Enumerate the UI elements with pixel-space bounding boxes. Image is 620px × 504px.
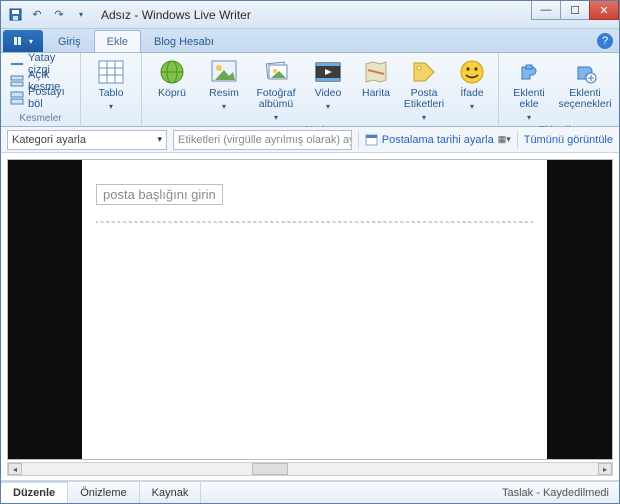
app-name: Windows Live Writer	[142, 8, 251, 22]
split-post-button[interactable]: Postayı böl	[7, 90, 74, 106]
property-bar: Kategori ayarla ▾ Etiketleri (virgülle a…	[1, 127, 619, 153]
split-post-icon	[10, 91, 24, 105]
scroll-track[interactable]	[22, 463, 598, 475]
undo-icon[interactable]: ↶	[27, 5, 47, 25]
post-tags-button[interactable]: Posta Etiketleri ▾	[400, 56, 448, 125]
redo-icon[interactable]: ↷	[49, 5, 69, 25]
save-status: Taslak - Kaydedilmedi	[502, 487, 619, 499]
chevron-down-icon: ▾	[470, 101, 474, 112]
app-window: ↶ ↷ ▾ Adsız - Windows Live Writer — ☐ ✕ …	[0, 0, 620, 504]
chevron-down-icon: ▾	[157, 134, 162, 145]
post-page[interactable]: posta başlığını girin	[82, 160, 547, 459]
picture-button[interactable]: Resim ▾	[200, 56, 248, 114]
editor-area: posta başlığını girin ◂ ▸	[1, 153, 619, 481]
map-icon	[362, 58, 390, 86]
photo-album-button[interactable]: Fotoğraf albümü ▾	[252, 56, 300, 125]
plugin-options-button[interactable]: Eklenti seçenekleri	[557, 56, 613, 112]
tags-input[interactable]: Etiketleri (virgülle ayrılmış olarak) ay…	[173, 130, 352, 150]
category-combo[interactable]: Kategori ayarla ▾	[7, 130, 167, 150]
ribbon-group-plugins: Eklenti ekle ▾ Eklenti seçenekleri Eklen…	[499, 53, 619, 126]
status-bar: Düzenle Önizleme Kaynak Taslak - Kaydedi…	[1, 481, 619, 503]
ribbon-group-breaks: Yatay çizgi Açık kesme Postayı böl Kesme…	[1, 53, 81, 126]
calendar-dropdown-icon[interactable]: ▦▾	[498, 134, 511, 145]
calendar-icon	[365, 133, 378, 146]
plugin-add-icon	[515, 58, 543, 86]
hyperlink-button[interactable]: Köprü	[148, 56, 196, 101]
map-button[interactable]: Harita	[356, 56, 396, 101]
horizontal-line-icon	[10, 57, 24, 71]
picture-icon	[210, 58, 238, 86]
close-button[interactable]: ✕	[589, 1, 619, 20]
add-plugin-button[interactable]: Eklenti ekle ▾	[505, 56, 553, 125]
tab-blog-account[interactable]: Blog Hesabı	[141, 30, 227, 52]
file-menu-icon	[13, 36, 27, 46]
help-icon[interactable]: ?	[597, 33, 613, 49]
chevron-down-icon: ▾	[422, 112, 426, 123]
titlebar: ↶ ↷ ▾ Adsız - Windows Live Writer — ☐ ✕	[1, 1, 619, 29]
tab-home[interactable]: Giriş	[45, 30, 94, 52]
view-all-link[interactable]: Tümünü görüntüle	[524, 134, 613, 146]
photo-album-icon	[262, 58, 290, 86]
tab-insert[interactable]: Ekle	[94, 30, 141, 52]
scroll-left-button[interactable]: ◂	[8, 463, 22, 475]
globe-icon	[158, 58, 186, 86]
ribbon: Yatay çizgi Açık kesme Postayı böl Kesme…	[1, 53, 619, 127]
ribbon-group-media: Köprü Resim ▾ Fotoğraf albümü ▾ Video ▾	[142, 53, 499, 126]
ribbon-group-table: Tablo ▾	[81, 53, 142, 126]
editor-canvas[interactable]: posta başlığını girin	[7, 159, 613, 460]
scroll-right-button[interactable]: ▸	[598, 463, 612, 475]
quick-access-toolbar: ↶ ↷ ▾	[5, 5, 91, 25]
file-menu-button[interactable]: ▾	[3, 30, 43, 52]
clear-break-icon	[10, 74, 24, 88]
table-button[interactable]: Tablo ▾	[87, 56, 135, 114]
view-source-tab[interactable]: Kaynak	[140, 482, 202, 503]
chevron-down-icon: ▾	[326, 101, 330, 112]
horizontal-scrollbar[interactable]: ◂ ▸	[7, 462, 613, 476]
qat-dropdown-icon[interactable]: ▾	[71, 5, 91, 25]
window-controls: — ☐ ✕	[532, 1, 619, 20]
chevron-down-icon: ▾	[274, 112, 278, 123]
chevron-down-icon: ▾	[527, 112, 531, 123]
scroll-thumb[interactable]	[252, 463, 288, 475]
chevron-down-icon: ▾	[109, 101, 113, 112]
emoticon-button[interactable]: İfade ▾	[452, 56, 492, 114]
chevron-down-icon: ▾	[222, 101, 226, 112]
ribbon-tabstrip: ▾ Giriş Ekle Blog Hesabı ?	[1, 29, 619, 53]
minimize-button[interactable]: —	[531, 1, 561, 20]
group-label-breaks: Kesmeler	[7, 113, 74, 126]
video-icon	[314, 58, 342, 86]
save-icon[interactable]	[5, 5, 25, 25]
maximize-button[interactable]: ☐	[560, 1, 590, 20]
view-preview-tab[interactable]: Önizleme	[68, 482, 139, 503]
window-title: Adsız - Windows Live Writer	[101, 8, 251, 22]
plugin-options-icon	[571, 58, 599, 86]
smiley-icon	[458, 58, 486, 86]
post-title-input[interactable]: posta başlığını girin	[96, 184, 223, 205]
schedule-link[interactable]: Postalama tarihi ayarla ▦▾	[365, 133, 511, 146]
title-separator	[96, 221, 533, 223]
doc-title: Adsız	[101, 8, 131, 22]
video-button[interactable]: Video ▾	[304, 56, 352, 114]
view-edit-tab[interactable]: Düzenle	[1, 482, 68, 503]
tag-icon	[410, 58, 438, 86]
table-icon	[97, 58, 125, 86]
